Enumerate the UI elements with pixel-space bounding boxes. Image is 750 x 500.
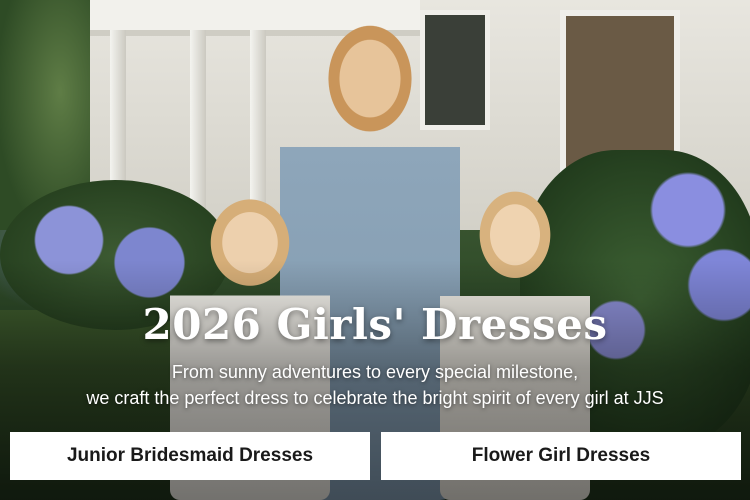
hero-banner[interactable]: 2026 Girls' Dresses From sunny adventure… [0,0,750,500]
hero-headline: 2026 Girls' Dresses [142,300,608,349]
hero-subline-2: we craft the perfect dress to celebrate … [86,388,664,408]
hero-subline-1: From sunny adventures to every special m… [171,362,579,382]
flower-girl-dresses-button[interactable]: Flower Girl Dresses [381,432,741,480]
junior-bridesmaid-dresses-button[interactable]: Junior Bridesmaid Dresses [10,432,370,480]
